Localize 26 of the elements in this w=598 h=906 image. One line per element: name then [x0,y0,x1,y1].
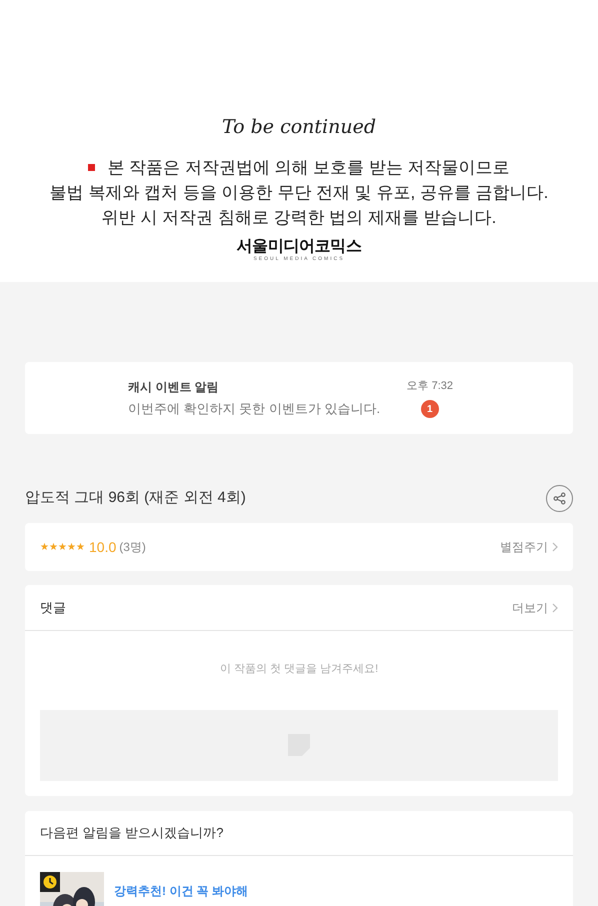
share-icon [553,492,566,504]
rating-count: (3명) [119,539,146,556]
rating-score: 10.0 [89,538,116,556]
star-rating: ★★★★★ [40,540,85,554]
notification-message: 이번주에 확인하지 못한 이벤트가 있습니다. [128,400,382,418]
publisher-logo-text: 서울미디어코믹스 [236,238,362,256]
empty-comments-text: 이 작품의 첫 댓글을 남겨주세요! [218,662,380,677]
notification-card[interactable]: 캐시 이벤트 알림 이번주에 확인하지 못한 이벤트가 있습니다. 오후 7:32 1 [25,362,573,434]
notice-text: 본 작품은 저작권법에 의해 보호를 받는 저작물이므로 [107,157,510,179]
share-button[interactable] [546,484,573,512]
notification-title: 캐시 이벤트 알림 [128,378,220,396]
comments-title: 댓글 [40,598,66,617]
notice-text: 위반 시 저작권 침해로 강력한 법의 제재를 받습니다. [102,207,496,229]
recommendation-title[interactable]: 강력추천! 이건 꼭 봐야해 [114,882,248,906]
to-be-continued-text: To be continued [222,118,376,137]
more-link[interactable]: 더보기 [512,598,558,616]
episode-title: 압도적 그대 96회 (재준 외전 4회) [25,488,246,508]
unread-count-badge: 1 [420,400,439,418]
rate-link[interactable]: 별점주기 [500,538,558,556]
next-alert-title: 다음편 알림을 받으시겠습니까? [40,824,224,842]
chevron-right-icon [552,542,558,552]
notification-time: 오후 7:32 [406,378,453,394]
clock-icon [40,872,60,892]
chevron-right-icon [552,602,558,612]
notice-text: 불법 복제와 캡처 등을 이용한 무단 전재 및 유포, 공유를 금합니다. [50,182,548,204]
bullet-icon [88,164,96,171]
